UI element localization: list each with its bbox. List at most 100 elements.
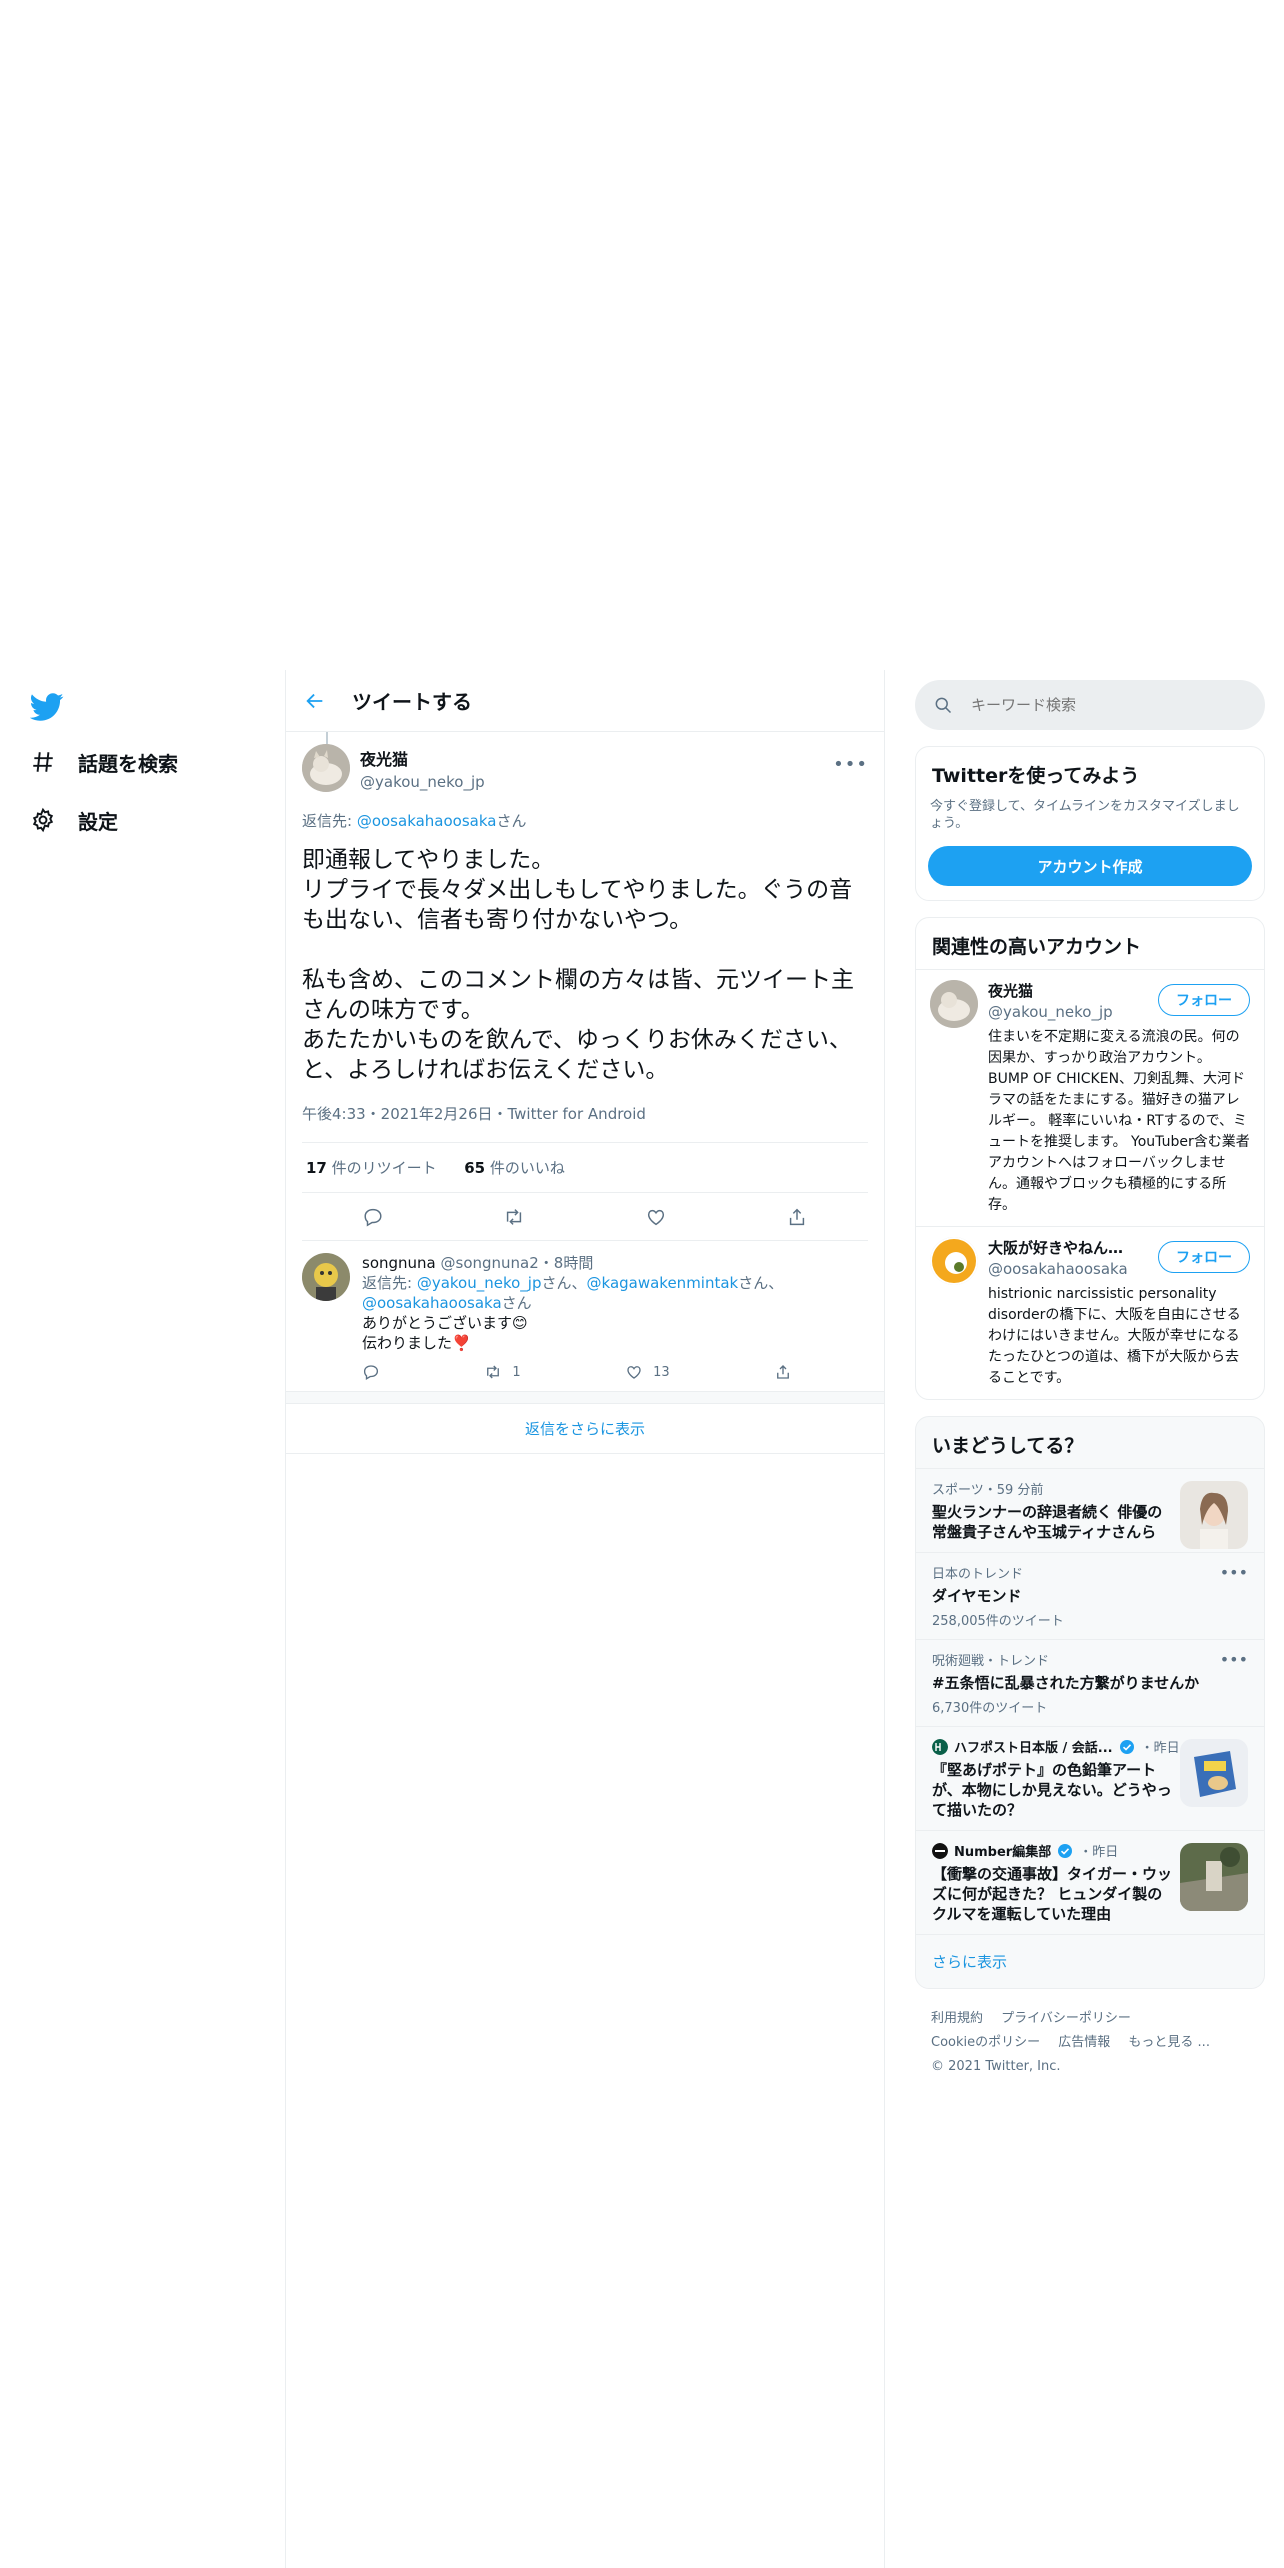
nav-explore-label: 話題を検索 <box>78 751 178 776</box>
trends-show-more-link[interactable]: さらに表示 <box>916 1934 1264 1988</box>
related-accounts-panel: 関連性の高いアカウント 夜光猫 @yakou_neko_jp 住まいを不定期に変… <box>915 917 1265 1400</box>
more-options-icon[interactable]: ••• <box>1220 1650 1248 1669</box>
author-handle[interactable]: @yakou_neko_jp <box>360 773 485 791</box>
show-more-replies-button[interactable]: 返信をさらに表示 <box>286 1404 884 1454</box>
trend-context: スポーツ・59 分前 <box>932 1483 1044 1498</box>
mention-sep: さん <box>501 1294 532 1312</box>
reply-to-prefix: 返信先: <box>302 812 357 830</box>
like-button[interactable]: 13 <box>625 1363 670 1381</box>
search-input[interactable] <box>971 696 1211 714</box>
trends-panel: いまどうしてる？ スポーツ・59 分前 聖火ランナーの辞退者続く 俳優の常盤貴子… <box>915 1416 1265 1989</box>
reply-author-name[interactable]: songnuna <box>362 1254 436 1272</box>
retweets-stat[interactable]: 17 件のリツイート <box>306 1159 437 1177</box>
retweet-count: 1 <box>512 1364 521 1380</box>
trend-thumbnail <box>1180 1481 1248 1549</box>
follow-button[interactable]: フォロー <box>1158 984 1250 1016</box>
footer-privacy-link[interactable]: プライバシーポリシー <box>1001 2011 1131 2026</box>
likes-label: 件のいいね <box>485 1159 565 1177</box>
avatar[interactable] <box>302 744 350 792</box>
signup-panel: Twitterを使ってみよう 今すぐ登録して、タイムラインをカスタマイズしましょ… <box>915 746 1265 901</box>
more-options-icon[interactable]: ••• <box>1220 1563 1248 1582</box>
tweet-timestamp[interactable]: 午後4:33・2021年2月26日・Twitter for Android <box>302 1103 868 1143</box>
news-title: 【衝撃の交通事故】タイガー・ウッズに何が起きた？ ヒュンダイ製のクルマを運転して… <box>932 1865 1173 1923</box>
retweet-button[interactable]: 1 <box>484 1363 521 1381</box>
tweet-actions <box>302 1193 868 1241</box>
mention-link[interactable]: @yakou_neko_jp <box>417 1274 542 1292</box>
news-thumbnail <box>1180 1843 1248 1911</box>
account-item[interactable]: 夜光猫 @yakou_neko_jp 住まいを不定期に変える流浪の民。何の因果か… <box>916 969 1264 1226</box>
likes-count: 65 <box>464 1159 486 1177</box>
trend-item[interactable]: 呪術廻戦・トレンド #五条悟に乱暴された方繋がりませんか 6,730件のツイート… <box>916 1639 1264 1726</box>
news-source-name: Number編集部 <box>954 1845 1052 1860</box>
avatar[interactable] <box>302 1253 350 1301</box>
footer-more-link[interactable]: もっと見る ... <box>1128 2035 1210 2050</box>
gear-icon <box>32 807 54 833</box>
trend-item[interactable]: 日本のトレンド ダイヤモンド 258,005件のツイート ••• <box>916 1552 1264 1639</box>
retweets-label: 件のリツイート <box>326 1159 437 1177</box>
reply-icon <box>363 1365 379 1380</box>
mention-sep: さん、 <box>738 1274 784 1292</box>
mention-link[interactable]: @oosakahaoosaka <box>362 1294 502 1312</box>
account-name[interactable]: 大阪が好きやねん＠... <box>988 1237 1138 1258</box>
thread-line <box>326 732 328 744</box>
follow-button[interactable]: フォロー <box>1158 1241 1250 1273</box>
nav-settings-label: 設定 <box>78 809 118 834</box>
huffpost-logo-icon <box>932 1738 948 1755</box>
create-account-button[interactable]: アカウント作成 <box>928 846 1252 886</box>
search-box[interactable] <box>915 680 1265 730</box>
reply-tweet[interactable]: songnuna @songnuna2・8時間 返信先: @yakou_neko… <box>286 1241 884 1392</box>
account-name[interactable]: 夜光猫 <box>988 980 1138 1001</box>
footer-ads-link[interactable]: 広告情報 <box>1058 2035 1110 2050</box>
account-item[interactable]: 大阪が好きやねん＠... @oosakahaoosaka histrionic … <box>916 1226 1264 1399</box>
avatar[interactable] <box>930 980 978 1028</box>
more-options-icon[interactable]: ••• <box>833 754 868 775</box>
news-source-name: ハフポスト日本版 / 会話... <box>954 1741 1113 1756</box>
hashtag-icon <box>33 752 53 772</box>
share-icon <box>777 1365 789 1379</box>
news-time: ・昨日 <box>1140 1741 1180 1756</box>
reply-to-mention[interactable]: @oosakahaoosaka <box>357 812 497 830</box>
trend-title: ダイヤモンド <box>932 1587 1022 1605</box>
trend-count: 6,730件のツイート <box>932 1701 1048 1716</box>
footer-copyright: © 2021 Twitter, Inc. <box>931 2059 1061 2074</box>
news-time: ・昨日 <box>1079 1845 1119 1860</box>
verified-badge-icon <box>1119 1739 1134 1754</box>
footer-cookie-link[interactable]: Cookieのポリシー <box>931 2035 1040 2050</box>
reply-button[interactable] <box>362 1363 380 1381</box>
mention-link[interactable]: @kagawakenmintak <box>587 1274 739 1292</box>
reply-actions: 1 13 <box>362 1363 792 1381</box>
news-item[interactable]: ハフポスト日本版 / 会話... ・昨日 『堅あげポテト』の色鉛筆アート が、本… <box>916 1726 1264 1830</box>
footer: 利用規約 プライバシーポリシー Cookieのポリシー 広告情報 もっと見る .… <box>915 1989 1265 2097</box>
verified-badge-icon <box>1058 1843 1073 1858</box>
like-icon <box>627 1366 641 1379</box>
twitter-logo-icon[interactable] <box>30 690 64 724</box>
footer-terms-link[interactable]: 利用規約 <box>931 2011 983 2026</box>
tweet-stats: 17 件のリツイート 65 件のいいね <box>302 1143 868 1193</box>
share-button[interactable] <box>774 1363 792 1381</box>
reply-icon[interactable] <box>362 1206 384 1228</box>
like-icon[interactable] <box>645 1206 667 1228</box>
tweet-text: 即通報してやりました。 リプライで長々ダメ出しもしてやりました。ぐうの音も出ない… <box>302 847 854 1083</box>
nav-explore[interactable]: 話題を検索 <box>30 740 178 784</box>
news-title: 『堅あげポテト』の色鉛筆アート が、本物にしか見えない。どうやって描いたの？ <box>932 1761 1172 1819</box>
reply-author-handle[interactable]: @songnuna2 <box>441 1254 539 1272</box>
tweet-header: 夜光猫 @yakou_neko_jp ••• <box>302 744 868 792</box>
news-item[interactable]: Number編集部 ・昨日 【衝撃の交通事故】タイガー・ウッズに何が起きた？ ヒ… <box>916 1830 1264 1934</box>
avatar[interactable] <box>930 1237 978 1285</box>
back-arrow-icon[interactable] <box>304 690 326 712</box>
search-icon <box>935 697 952 714</box>
nav-settings[interactable]: 設定 <box>30 798 118 842</box>
trend-item[interactable]: スポーツ・59 分前 聖火ランナーの辞退者続く 俳優の常盤貴子さんや玉城ティナさ… <box>916 1468 1264 1552</box>
mention-sep: さん、 <box>541 1274 587 1292</box>
reply-text-line: ありがとうございます😊 <box>362 1314 528 1332</box>
retweet-icon[interactable] <box>503 1206 525 1228</box>
reply-time[interactable]: ・8時間 <box>539 1254 594 1272</box>
signup-description: 今すぐ登録して、タイムラインをカスタマイズしましょう。 <box>930 799 1240 831</box>
signup-title: Twitterを使ってみよう <box>932 765 1140 787</box>
author-name[interactable]: 夜光猫 <box>360 746 485 770</box>
likes-stat[interactable]: 65 件のいいね <box>464 1159 565 1177</box>
reply-text-line: 伝わりました❣️ <box>362 1334 471 1352</box>
reply-to-line: 返信先: @oosakahaoosakaさん <box>302 810 868 831</box>
share-icon[interactable] <box>786 1206 808 1228</box>
main-tweet: 夜光猫 @yakou_neko_jp ••• 返信先: @oosakahaoos… <box>286 732 884 1241</box>
